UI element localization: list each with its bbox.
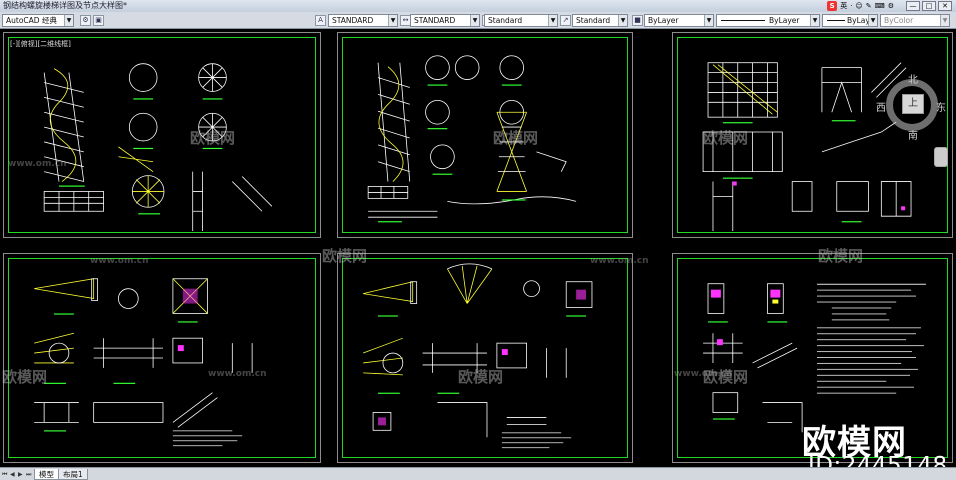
watermark-brand: 欧模网 (322, 247, 368, 265)
viewcube-top-face[interactable]: 上 (902, 94, 924, 114)
tab-next-icon[interactable]: ▶ (18, 470, 25, 479)
table-style-dropdown[interactable]: Standard ▼ (484, 14, 558, 27)
watermark-brand: 欧模网 (458, 368, 504, 386)
tab-prev-icon[interactable]: ◀ (10, 470, 17, 479)
close-button[interactable]: ✕ (938, 1, 952, 11)
ime-pen-icon[interactable]: ✎ (866, 1, 872, 11)
window-controls: — □ ✕ (906, 0, 952, 12)
tab-last-icon[interactable]: ⏭ (26, 470, 33, 479)
tab-first-icon[interactable]: ⏮ (2, 470, 9, 479)
plot-style-dropdown[interactable]: ByColor ▼ (880, 14, 950, 27)
text-style-dropdown[interactable]: STANDARD ▼ (328, 14, 398, 27)
lineweight-dropdown[interactable]: ByLayer ▼ (822, 14, 878, 27)
workspace-value: AutoCAD 经典 (6, 16, 57, 25)
chevron-down-icon: ▼ (388, 15, 397, 26)
navigation-bar-icon[interactable] (934, 147, 948, 167)
text-style-icon[interactable]: A (315, 15, 326, 26)
chevron-down-icon: ▼ (868, 15, 877, 26)
layout-tab-bar: ⏮ ◀ ▶ ⏭ 模型 布局1 (0, 467, 956, 480)
watermark-url: www.om.cn (208, 369, 267, 379)
drawing-sheet-5[interactable] (337, 253, 633, 463)
compass-north[interactable]: 北 (908, 71, 918, 86)
linetype-dropdown[interactable]: ByLayer ▼ (716, 14, 820, 27)
tab-model[interactable]: 模型 (34, 469, 59, 480)
workspace-dropdown[interactable]: AutoCAD 经典 ▼ (2, 14, 74, 27)
multileader-style-icon[interactable]: ↗ (560, 15, 571, 26)
watermark-brand: 欧模网 (190, 129, 236, 147)
multileader-style-value: Standard (576, 16, 611, 25)
drawing-sheet-1[interactable]: [-][俯视][二维线框] (3, 32, 321, 238)
chevron-down-icon: ▼ (470, 15, 479, 26)
viewcube[interactable]: 上 北 南 东 西 (876, 71, 946, 142)
ime-emoji-icon[interactable]: ☺ (855, 1, 862, 11)
multileader-style-dropdown[interactable]: Standard ▼ (572, 14, 628, 27)
ime-mode[interactable]: 英 (840, 1, 847, 11)
properties-toolbar: AutoCAD 经典 ▼ ⚙ ▣ A STANDARD ▼ ↔ STANDARD ▼ … (0, 12, 956, 29)
compass-west[interactable]: 西 (876, 99, 886, 114)
watermark-url: www.om.cn (590, 256, 649, 266)
dim-style-dropdown[interactable]: STANDARD ▼ (410, 14, 480, 27)
sheet-1-linework (43, 63, 273, 232)
sheet-5-linework (363, 263, 593, 449)
watermark-brand: 欧模网 (818, 247, 864, 265)
minimize-button[interactable]: — (906, 1, 920, 11)
ime-punct-icon[interactable]: · (850, 1, 852, 11)
text-style-value: STANDARD (332, 16, 374, 25)
chevron-down-icon: ▼ (548, 15, 557, 26)
drawing-sheet-2[interactable] (337, 32, 633, 238)
table-style-value: Standard (488, 16, 523, 25)
sheet-2-linework (367, 55, 577, 223)
watermark-brand: 欧模网 (2, 368, 48, 386)
chevron-down-icon: ▼ (704, 15, 713, 26)
sogou-ime-icon[interactable]: S (827, 1, 838, 11)
workspace-save-icon[interactable]: ▣ (93, 15, 104, 26)
window-title: 钢结构螺旋楼梯详图及节点大样图* (3, 1, 127, 10)
ime-keyboard-icon[interactable]: ⌨ (875, 1, 885, 11)
color-value: ByLayer (648, 16, 679, 25)
sheet-4-linework (34, 278, 253, 447)
drawing-canvas[interactable]: [-][俯视][二维线框] 欧模网 欧模网 欧模网 欧模网 欧模网 欧模网 欧模… (0, 29, 956, 479)
watermark-brand: 欧模网 (493, 129, 539, 147)
watermark-url: www.om.cn (90, 256, 149, 266)
title-bar: 钢结构螺旋楼梯详图及节点大样图* (0, 0, 956, 12)
chevron-down-icon: ▼ (940, 15, 949, 26)
watermark-url: www.om.cn (8, 159, 67, 169)
chevron-down-icon: ▼ (64, 15, 73, 26)
color-icon[interactable]: ■ (632, 15, 643, 26)
tab-layout1[interactable]: 布局1 (58, 469, 88, 480)
color-dropdown[interactable]: ByLayer ▼ (644, 14, 714, 27)
ime-toolbar[interactable]: S 英 · ☺ ✎ ⌨ ⚙ (827, 0, 894, 12)
compass-south[interactable]: 南 (908, 127, 918, 142)
maximize-button[interactable]: □ (922, 1, 936, 11)
chevron-down-icon: ▼ (810, 15, 819, 26)
workspace-settings-icon[interactable]: ⚙ (80, 15, 91, 26)
dim-style-value: STANDARD (414, 16, 456, 25)
linetype-sample (721, 20, 765, 21)
chevron-down-icon: ▼ (618, 15, 627, 26)
ime-settings-icon[interactable]: ⚙ (888, 1, 894, 11)
watermark-brand: 欧模网 (703, 129, 749, 147)
linetype-value: ByLayer (769, 16, 800, 25)
lineweight-sample (827, 20, 845, 21)
plot-style-value: ByColor (884, 16, 914, 25)
compass-east[interactable]: 东 (936, 99, 946, 114)
drawing-sheet-4[interactable] (3, 253, 321, 463)
watermark-url: www.om.cn (674, 369, 733, 379)
